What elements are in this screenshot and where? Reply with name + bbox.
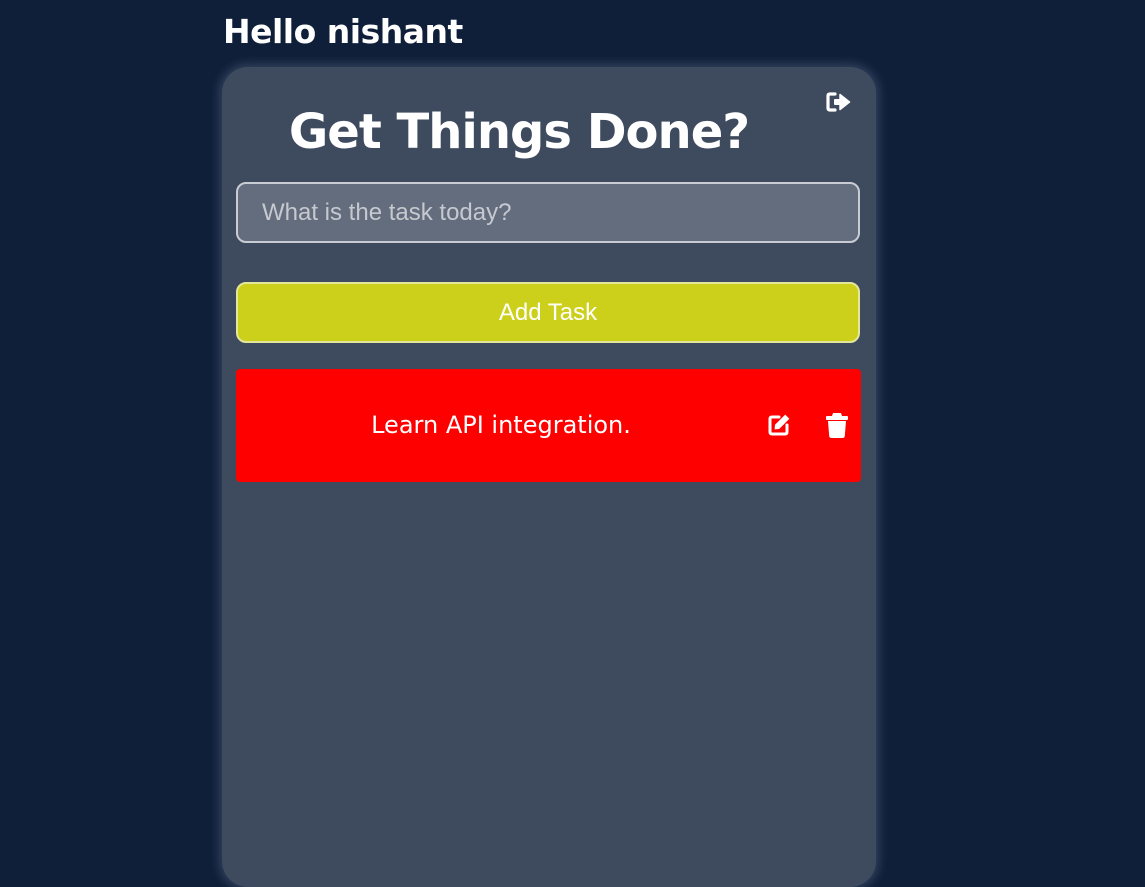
task-input[interactable]	[236, 182, 860, 243]
task-item: Learn API integration.	[236, 369, 861, 482]
logout-button[interactable]	[824, 89, 852, 115]
edit-task-button[interactable]	[765, 411, 793, 439]
task-text: Learn API integration.	[371, 411, 631, 439]
todo-card: Get Things Done? Add Task Learn API inte…	[222, 67, 876, 887]
edit-icon	[768, 414, 790, 436]
add-task-button[interactable]: Add Task	[236, 282, 860, 343]
delete-task-button[interactable]	[823, 411, 851, 439]
sign-out-icon	[825, 92, 850, 112]
greeting-heading: Hello nishant	[223, 12, 463, 51]
card-title: Get Things Done?	[288, 104, 750, 160]
trash-icon	[826, 412, 848, 438]
